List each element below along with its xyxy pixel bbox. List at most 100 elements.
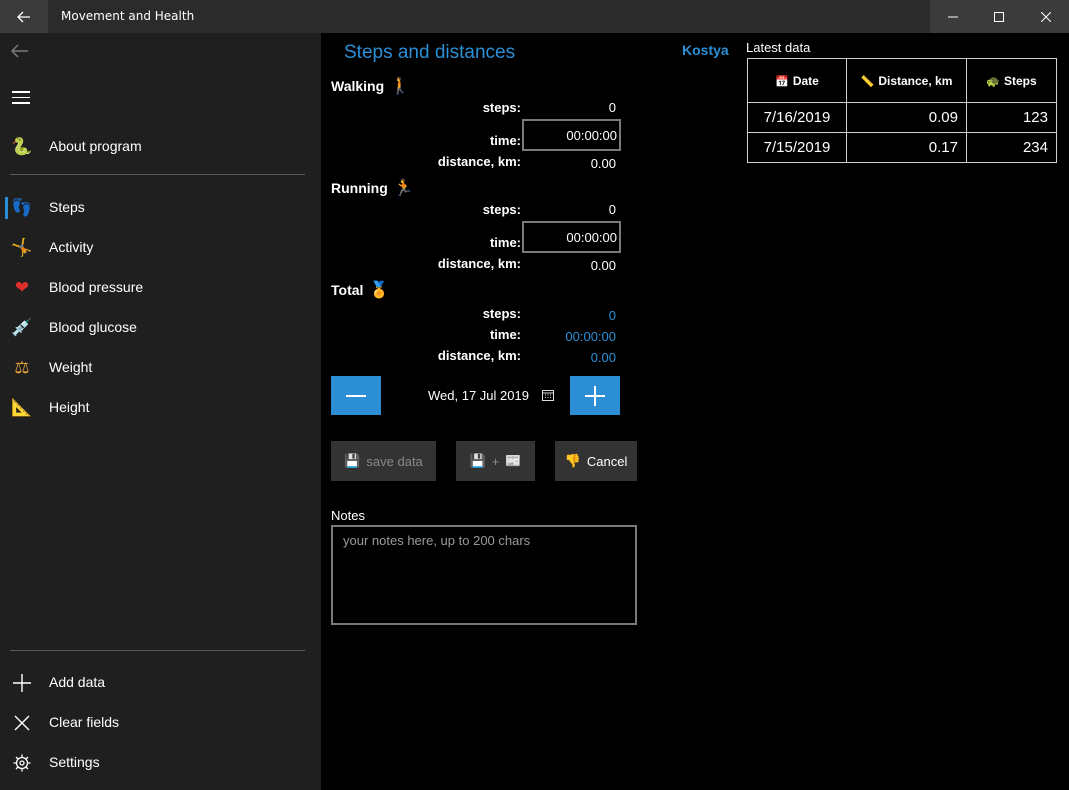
nav-item-blood-glucose[interactable]: 💉 Blood glucose — [0, 308, 321, 346]
close-button[interactable] — [1023, 0, 1069, 33]
total-heading-text: Total — [331, 282, 364, 298]
nav-item-add-data[interactable]: Add data — [0, 663, 321, 701]
cell-steps: 123 — [966, 102, 1057, 133]
turtle-icon: 🐢 — [986, 75, 1000, 88]
nav-back-button[interactable] — [10, 43, 34, 65]
plus-icon — [11, 672, 33, 694]
cancel-button[interactable]: 👎 Cancel — [555, 441, 637, 481]
total-steps-value: 0 — [608, 308, 616, 323]
calendar-icon[interactable] — [542, 389, 554, 401]
nav-item-weight[interactable]: ⚖ Weight — [0, 348, 321, 386]
previous-day-button[interactable] — [331, 376, 381, 415]
save-data-button[interactable]: 💾 save data — [331, 441, 436, 481]
latest-data-title: Latest data — [746, 40, 811, 55]
hamburger-icon-line — [12, 91, 30, 93]
hamburger-icon-line — [12, 96, 30, 98]
nav-item-blood-pressure[interactable]: ❤ Blood pressure — [0, 268, 321, 306]
medal-icon: 🏅 — [369, 282, 390, 299]
nav-item-activity[interactable]: 🤸 Activity — [0, 228, 321, 266]
minimize-button[interactable] — [930, 0, 976, 33]
window-title: Movement and Health — [61, 9, 195, 23]
latest-data-table: 📅 Date 📏 Distance, km 🐢 Steps 7/16/2019 0.0… — [747, 58, 1057, 163]
running-steps-label: steps: — [482, 202, 521, 217]
nav-item-clear-fields[interactable]: Clear fields — [0, 703, 321, 741]
nav-item-label: Blood pressure — [49, 279, 144, 295]
column-header-steps: 🐢 Steps — [966, 58, 1057, 103]
running-person-icon: 🏃 — [393, 180, 414, 197]
minimize-icon — [948, 16, 958, 17]
nav-item-label: Settings — [49, 754, 100, 770]
back-arrow-icon — [17, 11, 30, 22]
nav-item-label: Weight — [49, 359, 93, 375]
total-steps-label: steps: — [482, 306, 521, 321]
total-time-value: 00:00:00 — [565, 329, 616, 344]
nav-item-label: Clear fields — [49, 714, 120, 730]
cell-date: 7/15/2019 — [747, 132, 847, 163]
walking-person-icon: 🚶 — [390, 78, 411, 95]
save-and-new-button[interactable]: 💾 + 📰 — [456, 441, 535, 481]
column-header-distance: 📏 Distance, km — [846, 58, 967, 103]
floppy-disk-icon: 💾 — [344, 453, 361, 468]
main-content: Steps and distances Kostya Walking 🚶 step… — [321, 33, 1069, 790]
hamburger-menu-button[interactable] — [12, 91, 30, 105]
table-header-row: 📅 Date 📏 Distance, km 🐢 Steps — [747, 58, 1057, 103]
column-header-label: Distance, km — [878, 73, 953, 88]
gear-icon — [11, 752, 33, 774]
cell-distance: 0.09 — [846, 102, 967, 133]
current-date: Wed, 17 Jul 2019 — [428, 388, 529, 403]
cartwheel-icon: 🤸 — [11, 238, 33, 258]
total-distance-label: distance, km: — [437, 348, 521, 363]
navigation-pane: 🐍 About program 👣 Steps 🤸 Activity ❤ Blo… — [0, 33, 321, 790]
column-header-label: Date — [792, 73, 819, 88]
running-heading: Running 🏃 — [331, 178, 414, 198]
running-distance-value: 0.00 — [590, 258, 616, 273]
nav-item-label: Height — [49, 399, 90, 415]
column-header-date: 📅 Date — [747, 58, 847, 103]
close-icon — [11, 712, 33, 734]
user-name: Kostya — [682, 42, 729, 58]
next-day-button[interactable] — [570, 376, 620, 415]
snake-icon: 🐍 — [11, 137, 33, 157]
column-header-label: Steps — [1004, 73, 1037, 88]
nav-item-label: Steps — [49, 199, 85, 215]
running-time-input[interactable] — [522, 221, 621, 253]
nav-item-label: Activity — [49, 239, 94, 255]
notes-label: Notes — [331, 508, 365, 523]
nav-separator — [10, 650, 305, 651]
running-distance-label: distance, km: — [437, 256, 521, 271]
nav-item-about-program[interactable]: 🐍 About program — [0, 127, 321, 165]
nav-item-settings[interactable]: Settings — [0, 743, 321, 781]
walking-distance-value: 0.00 — [590, 156, 616, 171]
walking-distance-label: distance, km: — [437, 154, 521, 169]
window-controls — [930, 0, 1069, 33]
ruler-icon: 📏 — [860, 75, 875, 88]
running-steps-value: 0 — [608, 202, 616, 217]
titlebar-back-button[interactable] — [0, 0, 48, 33]
running-time-label: time: — [489, 235, 521, 250]
maximize-button[interactable] — [976, 0, 1022, 33]
walking-time-input[interactable] — [522, 119, 621, 151]
cell-distance: 0.17 — [846, 132, 967, 163]
save-and-new-plus: + — [491, 453, 500, 469]
nav-separator — [10, 174, 305, 175]
triangular-ruler-icon: 📐 — [11, 398, 33, 418]
title-bar: Movement and Health — [0, 0, 1069, 33]
cancel-label: Cancel — [586, 453, 628, 469]
walking-steps-label: steps: — [482, 100, 521, 115]
back-arrow-icon — [10, 44, 28, 58]
footprints-icon: 👣 — [11, 198, 33, 218]
table-row[interactable]: 7/16/2019 0.09 123 — [747, 102, 1057, 133]
total-distance-value: 0.00 — [590, 350, 616, 365]
hamburger-icon-line — [12, 102, 30, 104]
nav-item-label: Add data — [49, 674, 106, 690]
nav-item-steps[interactable]: 👣 Steps — [0, 188, 321, 226]
plus-icon — [585, 385, 605, 406]
minus-icon — [346, 394, 366, 397]
table-row[interactable]: 7/15/2019 0.17 234 — [747, 132, 1057, 163]
walking-steps-value: 0 — [608, 100, 616, 115]
scales-icon: ⚖ — [14, 358, 30, 378]
new-page-icon: 📰 — [505, 453, 522, 468]
nav-item-height[interactable]: 📐 Height — [0, 388, 321, 426]
notes-textarea[interactable] — [331, 525, 637, 625]
total-heading: Total 🏅 — [331, 280, 389, 300]
